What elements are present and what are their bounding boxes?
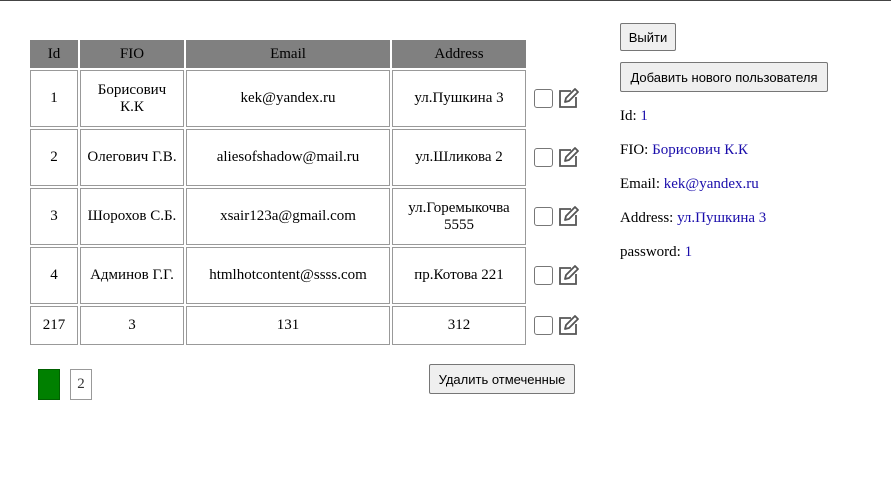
detail-address-label: Address: <box>620 210 674 226</box>
add-user-button[interactable]: Добавить нового пользователя <box>620 62 828 92</box>
cell-id: 1 <box>30 70 78 127</box>
edit-icon[interactable] <box>557 205 579 228</box>
detail-password-label: password: <box>620 244 681 260</box>
header-email: Email <box>186 40 390 68</box>
cell-fio: 3 <box>80 306 184 345</box>
cell-address: пр.Котова 221 <box>392 247 526 304</box>
cell-address: ул.Горемыкочва 5555 <box>392 188 526 245</box>
detail-id-value: 1 <box>640 108 648 124</box>
cell-fio: Шорохов С.Б. <box>80 188 184 245</box>
detail-id-label: Id: <box>620 108 637 124</box>
detail-fio-value: Борисович К.К <box>652 142 749 158</box>
cell-fio: Борисович К.К <box>80 70 184 127</box>
row-actions <box>528 129 596 186</box>
table-row: 1 Борисович К.К kek@yandex.ru ул.Пушкина 3 <box>30 70 596 127</box>
cell-fio: Олегович Г.В. <box>80 129 184 186</box>
table-row: 2 Олегович Г.В. aliesofshadow@mail.ru ул.Шл… <box>30 129 596 186</box>
table-header-row: Id FIO Email Address <box>30 40 596 68</box>
header-address: Address <box>392 40 526 68</box>
detail-fio-label: FIO: <box>620 142 649 158</box>
delete-selected-button[interactable]: Удалить отмеченные <box>429 364 575 394</box>
cell-id: 4 <box>30 247 78 304</box>
detail-password: password: 1 <box>620 244 692 261</box>
cell-email: htmlhotcontent@ssss.com <box>186 247 390 304</box>
cell-address: ул.Пушкина 3 <box>392 70 526 127</box>
detail-email-label: Email: <box>620 176 660 192</box>
header-id: Id <box>30 40 78 68</box>
page-button-1[interactable]: 1 <box>38 369 60 400</box>
edit-icon[interactable] <box>557 314 579 337</box>
header-fio: FIO <box>80 40 184 68</box>
cell-address: ул.Шликова 2 <box>392 129 526 186</box>
cell-email: 131 <box>186 306 390 345</box>
row-checkbox[interactable] <box>534 266 553 285</box>
row-actions <box>528 247 596 304</box>
row-actions <box>528 188 596 245</box>
row-actions <box>528 70 596 127</box>
detail-address: Address: ул.Пушкина 3 <box>620 210 766 227</box>
table-row: 3 Шорохов С.Б. xsair123a@gmail.com ул.Горем… <box>30 188 596 245</box>
row-actions <box>528 306 596 345</box>
edit-icon[interactable] <box>557 146 579 169</box>
cell-email: kek@yandex.ru <box>186 70 390 127</box>
row-checkbox[interactable] <box>534 207 553 226</box>
table-row: 4 Админов Г.Г. htmlhotcontent@ssss.com пр.К… <box>30 247 596 304</box>
row-checkbox[interactable] <box>534 316 553 335</box>
row-checkbox[interactable] <box>534 148 553 167</box>
detail-address-value: ул.Пушкина 3 <box>677 210 767 226</box>
cell-id: 2 <box>30 129 78 186</box>
row-checkbox[interactable] <box>534 89 553 108</box>
cell-fio: Админов Г.Г. <box>80 247 184 304</box>
detail-email: Email: kek@yandex.ru <box>620 176 759 193</box>
cell-email: xsair123a@gmail.com <box>186 188 390 245</box>
cell-id: 217 <box>30 306 78 345</box>
cell-id: 3 <box>30 188 78 245</box>
detail-id: Id: 1 <box>620 108 648 125</box>
detail-fio: FIO: Борисович К.К <box>620 142 748 159</box>
page-label: 1 <box>45 376 53 392</box>
page-label: 2 <box>77 376 85 392</box>
detail-password-value: 1 <box>684 244 693 260</box>
edit-icon[interactable] <box>557 264 579 287</box>
table-row: 217 3 131 312 <box>30 306 596 345</box>
cell-address: 312 <box>392 306 526 345</box>
page-button-2[interactable]: 2 <box>70 369 92 400</box>
detail-email-value: kek@yandex.ru <box>663 176 759 192</box>
users-table: Id FIO Email Address 1 Борисович К.К kek@y… <box>28 38 598 347</box>
edit-icon[interactable] <box>557 87 579 110</box>
cell-email: aliesofshadow@mail.ru <box>186 129 390 186</box>
table-body: 1 Борисович К.К kek@yandex.ru ул.Пушкина 32… <box>30 70 596 345</box>
header-actions-spacer <box>528 40 596 68</box>
logout-button[interactable]: Выйти <box>620 23 676 51</box>
